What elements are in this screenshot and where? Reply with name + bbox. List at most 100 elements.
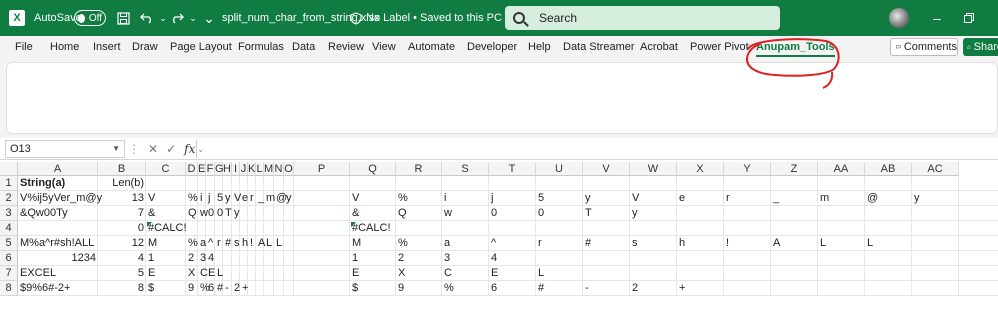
column-header-aa[interactable]: AA (818, 162, 865, 176)
cell-ab2[interactable]: @ (865, 191, 880, 206)
error-indicator-icon[interactable] (147, 222, 152, 227)
tab-formulas[interactable]: Formulas (238, 41, 284, 53)
tab-data-streamer[interactable]: Data Streamer (563, 41, 635, 53)
cell-s8[interactable]: % (442, 281, 456, 296)
cell-y5[interactable]: ! (724, 236, 731, 251)
cell-x8[interactable]: + (677, 281, 687, 296)
tab-power-pivot[interactable]: Power Pivot (690, 41, 749, 53)
error-indicator-icon[interactable] (351, 222, 356, 227)
cell-u2[interactable]: 5 (536, 191, 546, 206)
cell-s5[interactable]: a (442, 236, 452, 251)
cell-r7[interactable]: X (396, 266, 407, 281)
tab-automate[interactable]: Automate (408, 41, 455, 53)
cell-c6[interactable]: 1 (146, 251, 156, 266)
cell-t7[interactable]: E (489, 266, 500, 281)
column-header-m[interactable]: M (264, 162, 274, 176)
cell-x2[interactable]: e (677, 191, 687, 206)
cell-x5[interactable]: h (677, 236, 687, 251)
cell-c4[interactable]: #CALC! (146, 221, 189, 236)
column-header-ab[interactable]: AB (865, 162, 912, 176)
cell-s3[interactable]: w (442, 206, 454, 221)
cell-ac2[interactable]: y (912, 191, 922, 206)
cell-ab5[interactable]: L (865, 236, 875, 251)
column-header-y[interactable]: Y (724, 162, 771, 176)
cell-c5[interactable]: M (146, 236, 159, 251)
cell-a7[interactable]: EXCEL (18, 266, 58, 281)
cell-d8[interactable]: 9 (186, 281, 196, 296)
cell-a1[interactable]: String(a) (18, 176, 67, 191)
enter-icon[interactable]: ✓ (166, 142, 176, 156)
tab-acrobat[interactable]: Acrobat (640, 41, 678, 53)
tab-anupam-tools[interactable]: Anupam_Tools (756, 41, 835, 57)
cell-u5[interactable]: r (536, 236, 544, 251)
column-header-z[interactable]: Z (771, 162, 818, 176)
cell-c3[interactable]: & (146, 206, 157, 221)
cell-a3[interactable]: &Qw00Ty (18, 206, 70, 221)
cell-q7[interactable]: E (350, 266, 361, 281)
column-header-h[interactable]: H (223, 162, 232, 176)
row-header-7[interactable]: 7 (0, 266, 18, 281)
cell-g7[interactable]: L (215, 266, 225, 281)
tab-review[interactable]: Review (328, 41, 364, 53)
cell-b8[interactable]: 8 (98, 281, 146, 296)
cell-u8[interactable]: # (536, 281, 546, 296)
cell-q6[interactable]: 1 (350, 251, 360, 266)
autosave-toggle[interactable]: Off (74, 10, 106, 26)
cell-f6[interactable]: 4 (206, 251, 216, 266)
column-header-n[interactable]: N (274, 162, 284, 176)
cancel-icon[interactable]: ✕ (148, 142, 158, 156)
cell-r2[interactable]: % (396, 191, 410, 206)
column-header-d[interactable]: D (186, 162, 198, 176)
cell-o2[interactable]: y (284, 191, 294, 206)
cell-r3[interactable]: Q (396, 206, 409, 221)
cell-t2[interactable]: j (489, 191, 495, 206)
column-header-f[interactable]: F (206, 162, 215, 176)
cell-n5[interactable]: L (274, 236, 284, 251)
column-header-w[interactable]: W (630, 162, 677, 176)
column-header-a[interactable]: A (18, 162, 98, 176)
cell-a8[interactable]: $9%6#-2+ (18, 281, 72, 296)
cell-u7[interactable]: L (536, 266, 546, 281)
column-header-u[interactable]: U (536, 162, 583, 176)
cell-q5[interactable]: M (350, 236, 363, 251)
insert-function-icon[interactable]: fx (184, 142, 195, 156)
column-header-c[interactable]: C (146, 162, 186, 176)
cell-d6[interactable]: 2 (186, 251, 196, 266)
cell-m5[interactable]: L (264, 236, 274, 251)
cell-h8[interactable]: - (223, 281, 231, 296)
cell-k5[interactable]: ! (248, 236, 255, 251)
cell-i3[interactable]: y (232, 206, 242, 221)
cell-c8[interactable]: $ (146, 281, 156, 296)
cell-r8[interactable]: 9 (396, 281, 406, 296)
cell-r6[interactable]: 2 (396, 251, 406, 266)
row-header-2[interactable]: 2 (0, 191, 18, 206)
row-header-5[interactable]: 5 (0, 236, 18, 251)
cell-t8[interactable]: 6 (489, 281, 499, 296)
cell-v5[interactable]: # (583, 236, 593, 251)
cell-q3[interactable]: & (350, 206, 361, 221)
column-header-v[interactable]: V (583, 162, 630, 176)
cell-z2[interactable]: _ (771, 191, 781, 206)
column-header-j[interactable]: J (240, 162, 248, 176)
share-button[interactable]: Share (963, 38, 998, 56)
cell-f5[interactable]: ^ (206, 236, 215, 251)
cell-b4[interactable]: 0 (98, 221, 146, 236)
cell-g5[interactable]: r (215, 236, 223, 251)
cell-b3[interactable]: 7 (98, 206, 146, 221)
tab-draw[interactable]: Draw (132, 41, 158, 53)
column-header-p[interactable]: P (294, 162, 350, 176)
row-header-6[interactable]: 6 (0, 251, 18, 266)
tab-insert[interactable]: Insert (93, 41, 121, 53)
cell-s2[interactable]: i (442, 191, 448, 206)
cell-q2[interactable]: V (350, 191, 361, 206)
column-header-x[interactable]: X (677, 162, 724, 176)
column-header-ac[interactable]: AC (912, 162, 959, 176)
cell-v2[interactable]: y (583, 191, 593, 206)
cell-w5[interactable]: s (630, 236, 640, 251)
cell-b7[interactable]: 5 (98, 266, 146, 281)
formula-input[interactable] (196, 140, 998, 158)
column-header-k[interactable]: K (248, 162, 256, 176)
cell-r5[interactable]: % (396, 236, 410, 251)
worksheet-grid[interactable]: A B C D E F G H I J K L M N O P Q R S T U V W X Y Z AA AB AC 1 String(… (0, 162, 998, 323)
column-header-t[interactable]: T (489, 162, 536, 176)
